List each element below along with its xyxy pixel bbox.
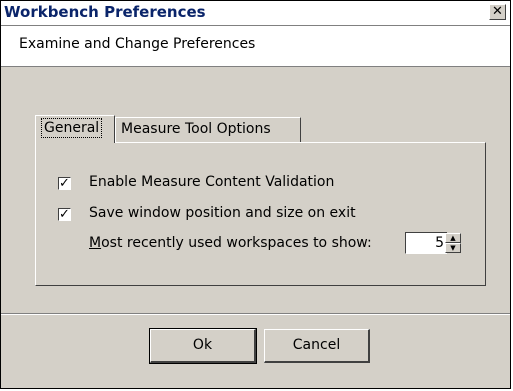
enable-validation-checkbox[interactable]: ✓ xyxy=(58,177,71,190)
tab-general-label: General xyxy=(41,118,103,138)
mru-label-rest: ost recently used workspaces to show: xyxy=(101,235,372,251)
mru-mnemonic: M xyxy=(89,235,102,251)
save-window-position-label: Save window position and size on exit xyxy=(89,205,356,221)
mru-count-input[interactable]: 5 xyxy=(405,232,447,254)
preferences-dialog: Workbench Preferences ✕ Examine and Chan… xyxy=(0,0,511,389)
close-icon[interactable]: ✕ xyxy=(489,4,506,20)
tab-measure-label: Measure Tool Options xyxy=(121,121,271,137)
spin-down-icon[interactable]: ▼ xyxy=(445,243,461,253)
dialog-header: Examine and Change Preferences xyxy=(1,26,510,67)
window-title: Workbench Preferences xyxy=(4,3,206,21)
dialog-subtitle: Examine and Change Preferences xyxy=(19,36,256,52)
mru-count-stepper[interactable]: ▲ ▼ xyxy=(445,233,461,253)
ok-button[interactable]: Ok xyxy=(149,328,257,364)
title-bar: Workbench Preferences ✕ xyxy=(1,1,510,26)
button-separator xyxy=(1,313,510,315)
cancel-button[interactable]: Cancel xyxy=(264,329,370,363)
save-window-position-checkbox[interactable]: ✓ xyxy=(58,208,71,221)
enable-validation-label: Enable Measure Content Validation xyxy=(89,174,335,190)
tab-general[interactable]: General xyxy=(35,115,115,143)
tab-measure-tool-options[interactable]: Measure Tool Options xyxy=(115,117,301,142)
mru-workspaces-label: Most recently used workspaces to show: xyxy=(89,235,372,251)
spin-up-icon[interactable]: ▲ xyxy=(445,233,461,243)
